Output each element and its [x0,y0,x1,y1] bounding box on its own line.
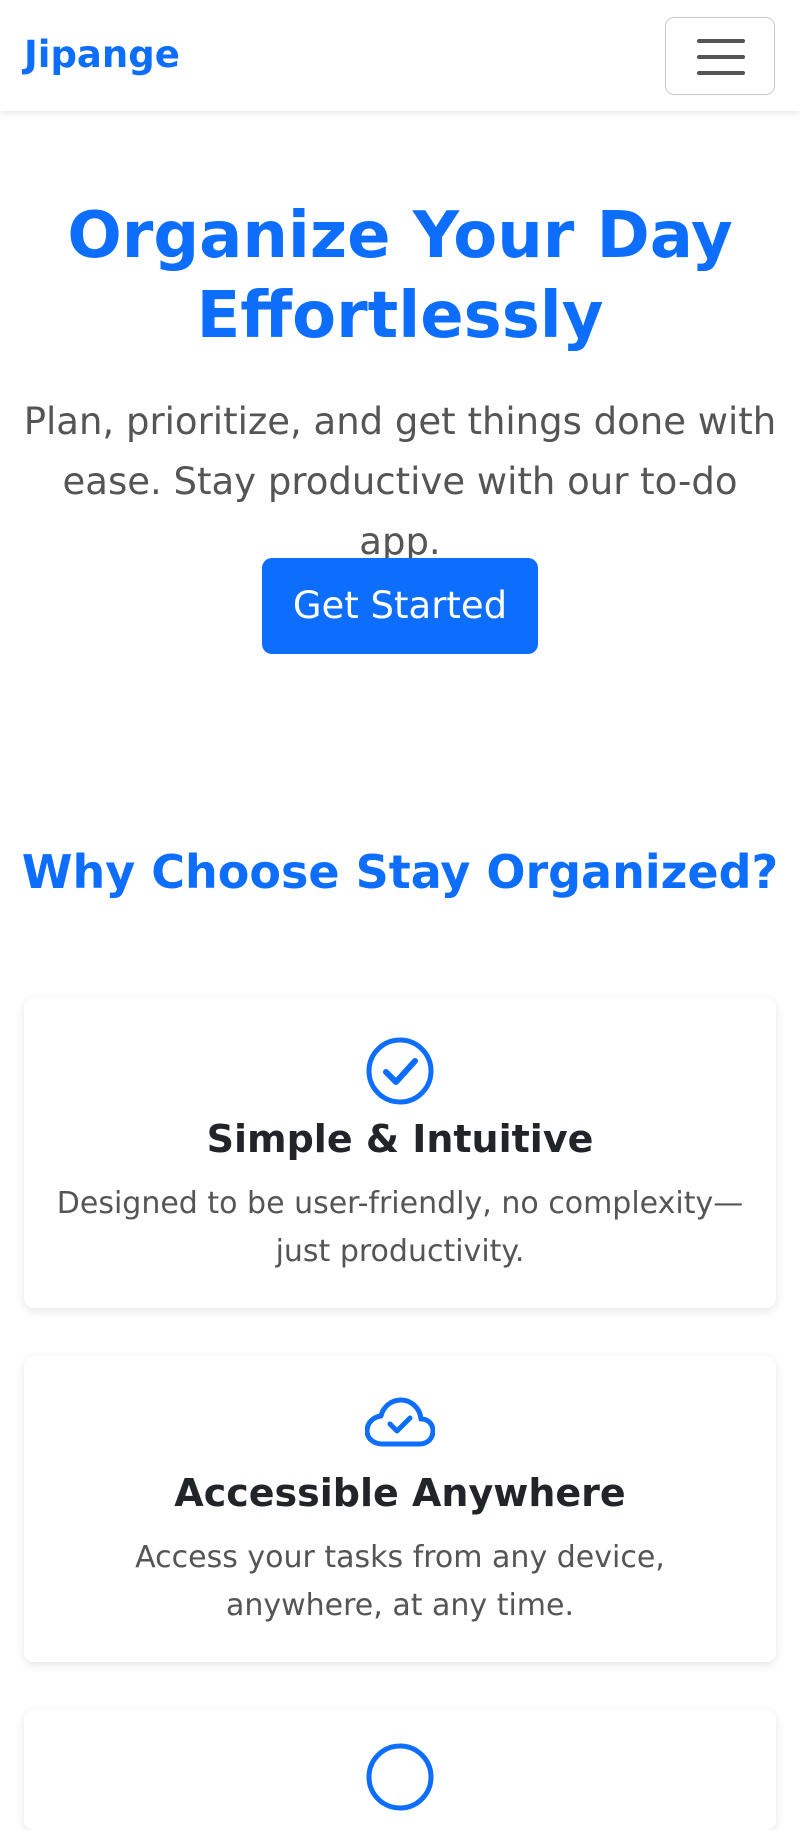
features-heading: Why Choose Stay Organized? [21,845,779,899]
brand-logo[interactable]: Jipange [24,32,180,78]
hero-title: Organize Your Day Effortlessly [67,199,733,353]
feature-text: Access your tasks from any device, anywh… [135,1540,665,1623]
feature-title: Simple & Intuitive [206,1117,594,1161]
feature-text: Designed to be user-friendly, no complex… [56,1186,744,1269]
feature-card-simple: Simple & Intuitive Designed to be user-f… [24,998,776,1308]
cloud-check-icon [364,1386,436,1456]
feature-icon [365,1742,435,1812]
feature-card-accessible: Accessible Anywhere Access your tasks fr… [24,1356,776,1662]
menu-toggle-button[interactable] [665,17,775,95]
navbar: Jipange [0,0,800,111]
get-started-button[interactable]: Get Started [262,558,538,654]
hero-subtitle: Plan, prioritize, and get things done wi… [23,400,777,563]
check-circle-icon [365,1036,435,1106]
feature-card-partial [24,1710,776,1830]
feature-title: Accessible Anywhere [174,1471,626,1515]
